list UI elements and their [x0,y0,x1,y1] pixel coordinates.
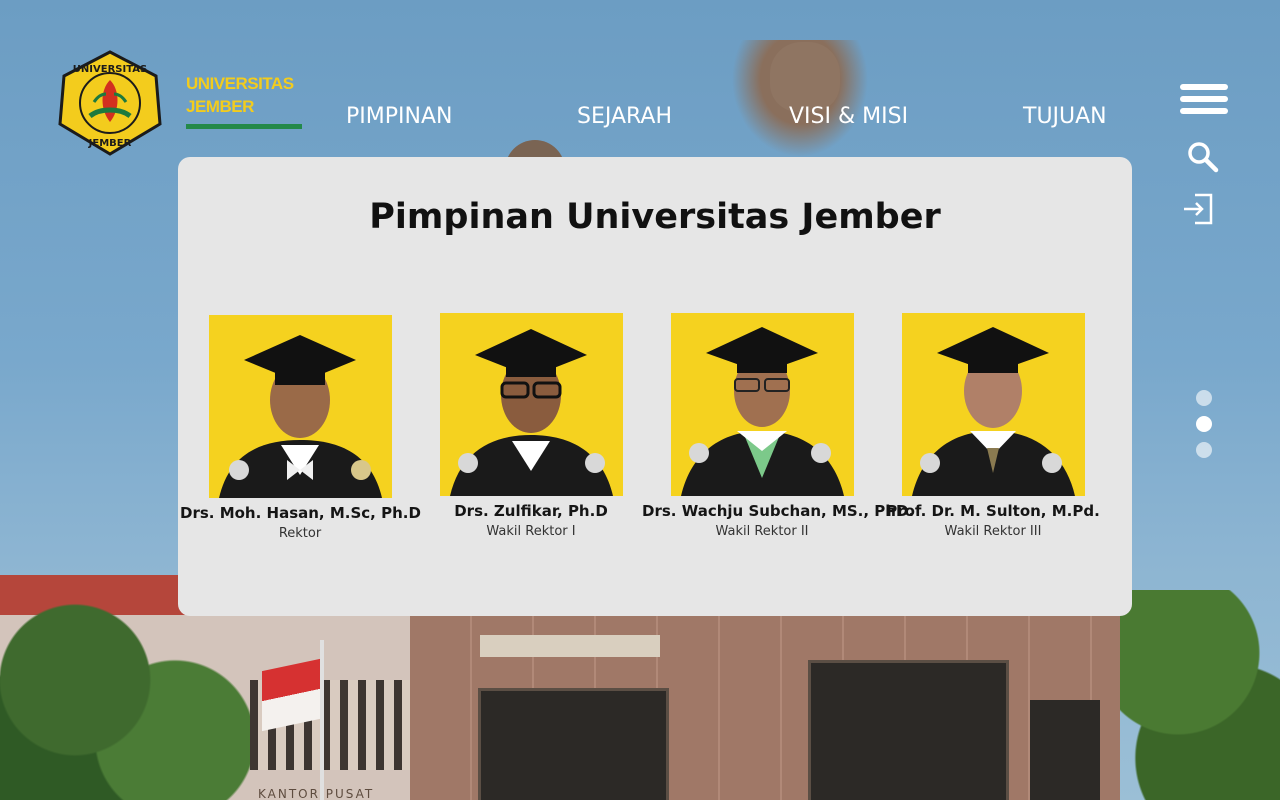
brand-line-1: UNIVERSITAS [186,74,294,93]
nav-sejarah[interactable]: SEJARAH [577,104,672,129]
person-role: Rektor [278,526,322,541]
building-sign: KANTOR PUSAT [258,787,375,800]
login-icon[interactable] [1182,192,1216,226]
person-card[interactable]: Drs. Wachju Subchan, MS., PhD. Wakil Rek… [642,313,915,539]
leadership-card: Pimpinan Universitas Jember Drs. Moh. Ha… [178,157,1132,616]
person-card[interactable]: Drs. Moh. Hasan, M.Sc, Ph.D Rektor [180,315,421,541]
person-photo [208,315,392,498]
person-card[interactable]: Prof. Dr. M. Sulton, M.Pd. Wakil Rektor … [873,313,1113,539]
person-name: Drs. Zulfikar, Ph.D [454,502,608,520]
person-name: Prof. Dr. M. Sulton, M.Pd. [886,502,1100,520]
person-name: Drs. Wachju Subchan, MS., PhD. [642,502,915,520]
person-photo [901,313,1085,496]
brand-underline [186,124,302,129]
slider-dot-2[interactable] [1196,416,1212,432]
person-role: Wakil Rektor II [715,524,809,539]
nav-pimpinan[interactable]: PIMPINAN [346,104,452,129]
logo-text-top: UNIVERSITAS [73,64,147,75]
slider-dot-1[interactable] [1196,390,1212,406]
person-photo [439,313,623,496]
hamburger-icon[interactable] [1180,84,1228,120]
person-role: Wakil Rektor III [944,524,1042,539]
person-photo [670,313,854,496]
university-logo[interactable]: UNIVERSITAS JEMBER [56,50,164,156]
brand-line-2: JEMBER [186,97,254,116]
nav-tujuan[interactable]: TUJUAN [1023,104,1107,129]
brand-name[interactable]: UNIVERSITAS JEMBER [186,72,302,129]
person-name: Drs. Moh. Hasan, M.Sc, Ph.D [180,504,421,522]
slider-dot-3[interactable] [1196,442,1212,458]
section-title: Pimpinan Universitas Jember [369,197,941,237]
search-icon[interactable] [1186,140,1220,174]
nav-visi-misi[interactable]: VISI & MISI [789,104,908,129]
person-role: Wakil Rektor I [486,524,576,539]
slider-pagination [1196,390,1212,468]
person-card[interactable]: Drs. Zulfikar, Ph.D Wakil Rektor I [411,313,651,539]
logo-text-bottom: JEMBER [88,138,132,149]
